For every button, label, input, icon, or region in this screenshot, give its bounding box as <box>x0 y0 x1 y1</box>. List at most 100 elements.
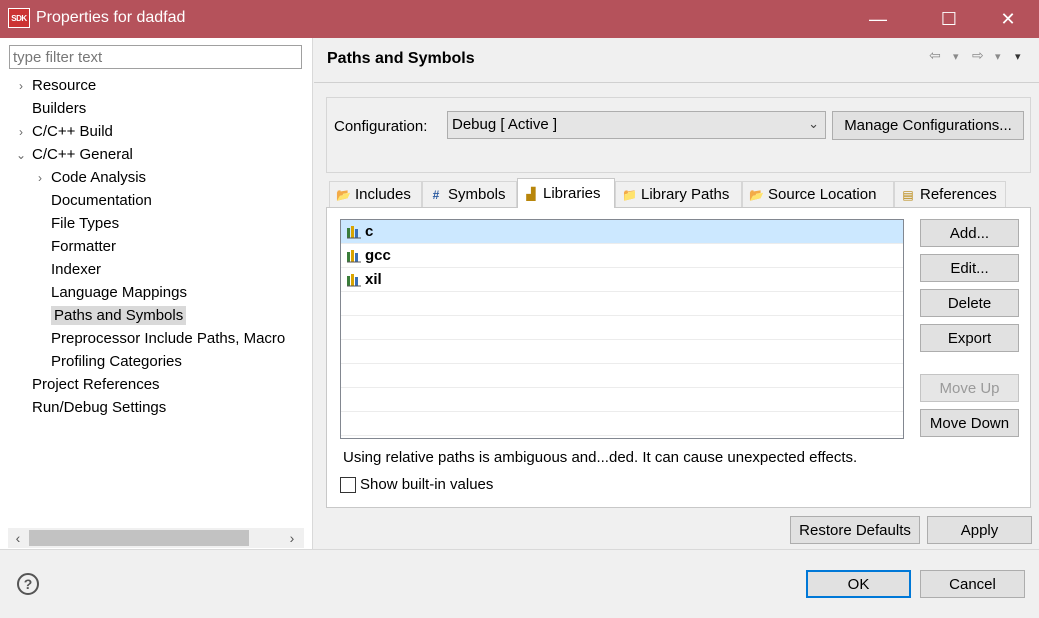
tree-item-label: Builders <box>32 100 87 117</box>
library-paths-icon: 📁 <box>622 187 637 202</box>
maximize-button[interactable]: ☐ <box>926 0 972 38</box>
tree-item-run-debug-settings[interactable]: Run/Debug Settings <box>14 396 309 419</box>
minimize-button[interactable]: — <box>855 0 901 38</box>
tab-libraries[interactable]: ▟ Libraries <box>517 178 615 208</box>
apply-button[interactable]: Apply <box>927 516 1032 544</box>
tree-item-preprocessor-include-paths-macro[interactable]: Preprocessor Include Paths, Macro <box>14 327 309 350</box>
tree-item-paths-and-symbols[interactable]: Paths and Symbols <box>14 304 309 327</box>
forward-arrow-icon[interactable]: ⇨ <box>972 47 984 64</box>
chevron-down-icon: ⌄ <box>808 116 819 131</box>
library-row[interactable]: gcc <box>341 244 903 268</box>
scroll-right-icon[interactable]: › <box>282 528 302 548</box>
tab-label: Library Paths <box>641 186 730 203</box>
forward-menu-icon[interactable]: ▾ <box>995 50 1001 63</box>
title-bar: SDK Properties for dadfad — ☐ ✕ <box>0 0 1039 38</box>
tree-item-label: Formatter <box>51 238 117 255</box>
tree-item-label: Run/Debug Settings <box>32 399 167 416</box>
tree-item-c-c-build[interactable]: › C/C++ Build <box>14 120 309 143</box>
expanded-arrow-icon[interactable]: ⌄ <box>14 144 28 167</box>
filter-input[interactable] <box>9 45 302 69</box>
collapsed-arrow-icon[interactable]: › <box>14 121 28 144</box>
tab-source-location[interactable]: 📂 Source Location <box>742 181 894 207</box>
tree-item-c-c-general[interactable]: ⌄ C/C++ General <box>14 143 309 166</box>
tree-item-file-types[interactable]: File Types <box>14 212 309 235</box>
configuration-label: Configuration: <box>334 118 428 135</box>
help-icon[interactable]: ? <box>17 573 39 595</box>
library-icon <box>346 225 362 239</box>
tree-item-label: Resource <box>32 77 97 94</box>
tree-item-indexer[interactable]: Indexer <box>14 258 309 281</box>
includes-icon: 📂 <box>336 187 351 202</box>
tab-label: Symbols <box>448 186 506 203</box>
add-button[interactable]: Add... <box>920 219 1019 247</box>
tree-item-project-references[interactable]: Project References <box>14 373 309 396</box>
library-row[interactable]: xil <box>341 268 903 292</box>
references-icon: ▤ <box>902 187 914 202</box>
tree-item-label: Documentation <box>51 192 152 209</box>
view-menu-icon[interactable]: ▾ <box>1015 50 1021 63</box>
tree-item-language-mappings[interactable]: Language Mappings <box>14 281 309 304</box>
library-name: xil <box>365 271 382 288</box>
empty-row <box>341 340 903 364</box>
cancel-button[interactable]: Cancel <box>920 570 1025 598</box>
collapsed-arrow-icon[interactable]: › <box>14 75 28 98</box>
move-up-button[interactable]: Move Up <box>920 374 1019 402</box>
manage-configurations-button[interactable]: Manage Configurations... <box>832 111 1024 140</box>
relative-path-warning: Using relative paths is ambiguous and...… <box>343 449 858 466</box>
empty-row <box>341 388 903 412</box>
tree-item-label: Code Analysis <box>51 169 147 186</box>
tab-label: Source Location <box>768 186 877 203</box>
show-builtin-checkbox[interactable] <box>340 477 356 493</box>
header-separator <box>314 82 1039 83</box>
libraries-icon: ▟ <box>526 186 536 201</box>
footer-separator <box>0 549 1039 550</box>
tree-item-label: Project References <box>32 376 160 393</box>
scroll-left-icon[interactable]: ‹ <box>8 528 28 548</box>
library-icon <box>346 249 362 263</box>
tree-item-label: Preprocessor Include Paths, Macro <box>51 330 286 347</box>
edit-button[interactable]: Edit... <box>920 254 1019 282</box>
page-title: Paths and Symbols <box>327 50 475 67</box>
tab-label: Libraries <box>543 185 601 202</box>
tab-library-paths[interactable]: 📁 Library Paths <box>615 181 742 207</box>
tab-label: References <box>920 186 997 203</box>
horizontal-scrollbar[interactable]: ‹ › <box>8 528 304 548</box>
scrollbar-thumb[interactable] <box>29 530 249 546</box>
empty-row <box>341 316 903 340</box>
ok-button[interactable]: OK <box>806 570 911 598</box>
tree-item-label: C/C++ General <box>32 146 133 163</box>
back-arrow-icon[interactable]: ⇦ <box>929 47 941 64</box>
library-name: gcc <box>365 247 391 264</box>
move-down-button[interactable]: Move Down <box>920 409 1019 437</box>
libraries-list[interactable]: c gcc xil <box>340 219 904 439</box>
export-button[interactable]: Export <box>920 324 1019 352</box>
restore-defaults-button[interactable]: Restore Defaults <box>790 516 920 544</box>
tree-item-builders[interactable]: Builders <box>14 97 309 120</box>
show-builtin-label[interactable]: Show built-in values <box>360 476 493 493</box>
navigation-pane: ›ResourceBuilders›C/C++ Build⌄C/C++ Gene… <box>0 38 313 550</box>
close-button[interactable]: ✕ <box>985 0 1031 38</box>
tab-symbols[interactable]: # Symbols <box>422 181 517 207</box>
tree-item-resource[interactable]: › Resource <box>14 74 309 97</box>
tree-item-profiling-categories[interactable]: Profiling Categories <box>14 350 309 373</box>
source-location-icon: 📂 <box>749 187 764 202</box>
delete-button[interactable]: Delete <box>920 289 1019 317</box>
configuration-dropdown[interactable]: Debug [ Active ] ⌄ <box>447 111 826 139</box>
tree-item-label: Indexer <box>51 261 102 278</box>
collapsed-arrow-icon[interactable]: › <box>33 167 47 190</box>
tree-item-formatter[interactable]: Formatter <box>14 235 309 258</box>
empty-row <box>341 412 903 436</box>
tree-item-label: C/C++ Build <box>32 123 113 140</box>
tree-item-code-analysis[interactable]: › Code Analysis <box>14 166 309 189</box>
empty-row <box>341 364 903 388</box>
empty-row <box>341 292 903 316</box>
library-row[interactable]: c <box>341 220 903 244</box>
tree-item-documentation[interactable]: Documentation <box>14 189 309 212</box>
tab-includes[interactable]: 📂 Includes <box>329 181 422 207</box>
tab-label: Includes <box>355 186 411 203</box>
tab-references[interactable]: ▤ References <box>894 181 1006 207</box>
configuration-value: Debug [ Active ] <box>452 116 558 133</box>
back-menu-icon[interactable]: ▾ <box>953 50 959 63</box>
tree-item-label: Profiling Categories <box>51 353 182 370</box>
property-tree: › Resource Builders › C/C++ Build ⌄ C/C++ Gene… <box>14 74 309 419</box>
